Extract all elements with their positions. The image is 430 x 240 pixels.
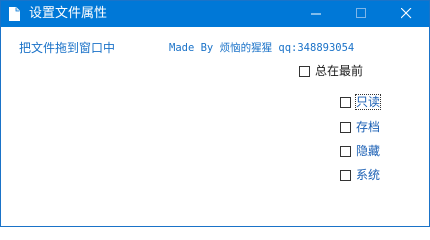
always-on-top-label: 总在最前 — [315, 64, 364, 78]
system-label: 系统 — [356, 168, 381, 182]
checkbox-box[interactable] — [340, 121, 351, 133]
checkbox-box[interactable] — [340, 145, 351, 157]
system-checkbox[interactable]: 系统 — [340, 168, 380, 182]
archive-label: 存档 — [356, 120, 381, 134]
maximize-icon — [356, 8, 366, 18]
window-title: 设置文件属性 — [29, 6, 108, 21]
readonly-label: 只读 — [354, 94, 382, 110]
minimize-icon — [311, 13, 321, 15]
checkbox-box[interactable] — [340, 96, 351, 108]
checkbox-box[interactable] — [340, 169, 351, 181]
app-window: 设置文件属性 把文件拖到窗口中 Made By 烦恼的猩猩 qq:3488930… — [0, 0, 430, 227]
maximize-button[interactable] — [339, 1, 384, 27]
always-on-top-checkbox[interactable]: 总在最前 — [299, 64, 363, 78]
checkbox-box[interactable] — [299, 65, 310, 77]
drag-hint-label: 把文件拖到窗口中 — [19, 41, 116, 55]
minimize-button[interactable] — [294, 1, 339, 27]
credits-label: Made By 烦恼的猩猩 qq:348893054 — [169, 42, 355, 54]
title-bar[interactable]: 设置文件属性 — [1, 1, 429, 27]
hidden-checkbox[interactable]: 隐藏 — [340, 144, 380, 158]
readonly-checkbox[interactable]: 只读 — [340, 94, 382, 110]
hidden-label: 隐藏 — [356, 144, 381, 158]
close-icon — [401, 8, 412, 19]
document-icon — [9, 7, 20, 21]
close-button[interactable] — [384, 1, 429, 27]
archive-checkbox[interactable]: 存档 — [340, 120, 380, 134]
